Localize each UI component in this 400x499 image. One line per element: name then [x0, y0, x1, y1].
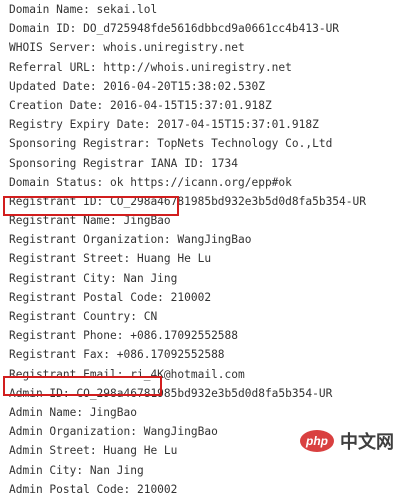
whois-line-registrant-street: Registrant Street: Huang He Lu	[9, 252, 212, 266]
whois-line-admin-city: Admin City: Nan Jing	[9, 463, 144, 477]
highlight-box-registrant-name	[3, 196, 179, 216]
whois-line-admin-organization: Admin Organization: WangJingBao	[9, 425, 218, 439]
whois-line-updated-date: Updated Date: 2016-04-20T15:38:02.530Z	[9, 79, 265, 93]
whois-record: Domain Name: sekai.lol Domain ID: DO_d72…	[9, 0, 366, 499]
whois-line-creation-date: Creation Date: 2016-04-15T15:37:01.918Z	[9, 98, 272, 112]
whois-line-registrant-fax: Registrant Fax: +086.17092552588	[9, 348, 225, 362]
whois-line-domain-status: Domain Status: ok https://icann.org/epp#…	[9, 175, 292, 189]
whois-line-registrant-organization: Registrant Organization: WangJingBao	[9, 233, 252, 247]
whois-line-whois-server: WHOIS Server: whois.uniregistry.net	[9, 41, 245, 55]
highlight-box-admin-name	[3, 376, 162, 396]
whois-line-sponsoring-registrar-iana-id: Sponsoring Registrar IANA ID: 1734	[9, 156, 239, 170]
whois-line-registry-expiry-date: Registry Expiry Date: 2017-04-15T15:37:0…	[9, 118, 319, 132]
whois-line-referral-url: Referral URL: http://whois.uniregistry.n…	[9, 60, 292, 74]
whois-line-registrant-country: Registrant Country: CN	[9, 310, 158, 323]
whois-line-admin-postal-code: Admin Postal Code: 210002	[9, 482, 178, 496]
whois-line-sponsoring-registrar: Sponsoring Registrar: TopNets Technology…	[9, 137, 333, 151]
whois-line-registrant-phone: Registrant Phone: +086.17092552588	[9, 329, 239, 343]
whois-line-registrant-postal-code: Registrant Postal Code: 210002	[9, 290, 212, 304]
whois-line-admin-name: Admin Name: JingBao	[9, 405, 137, 419]
whois-line-registrant-city: Registrant City: Nan Jing	[9, 271, 178, 285]
whois-line-admin-street: Admin Street: Huang He Lu	[9, 444, 178, 458]
whois-line-domain-id: Domain ID: DO_d725948fde5616dbbcd9a0661c…	[9, 22, 340, 36]
whois-line-domain-name: Domain Name: sekai.lol	[9, 3, 158, 16]
